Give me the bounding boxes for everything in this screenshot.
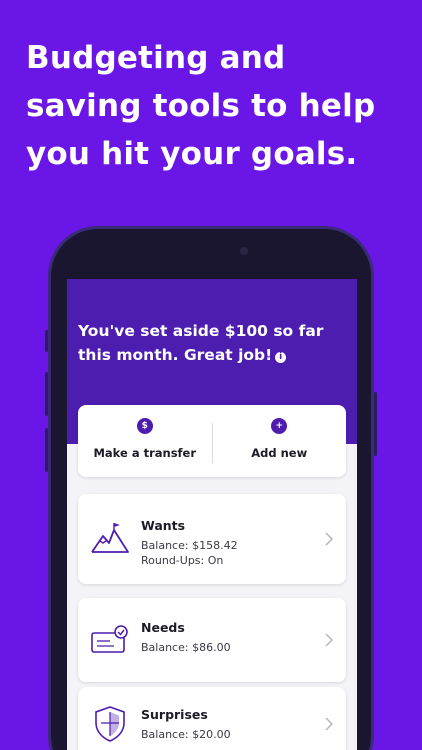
goal-card-surprises[interactable]: Surprises Balance: $20.00 — [78, 687, 346, 750]
quick-actions: $ Make a transfer + Add new — [78, 405, 346, 477]
chevron-right-icon — [325, 633, 334, 647]
shield-icon — [95, 706, 125, 742]
chevron-right-icon — [325, 717, 334, 731]
goal-card-wants[interactable]: Wants Balance: $158.42 Round-Ups: On — [78, 494, 346, 584]
mountain-icon — [91, 523, 129, 553]
front-camera — [240, 247, 248, 255]
headline: Budgeting and saving tools to help you h… — [26, 40, 376, 172]
transfer-icon: $ — [136, 418, 153, 434]
add-new-label: Add new — [251, 446, 308, 460]
goal-balance: Balance: $158.42 — [141, 539, 238, 552]
add-new-button[interactable]: + Add new — [213, 405, 347, 477]
goal-balance: Balance: $86.00 — [141, 641, 231, 654]
check-card-icon — [91, 625, 128, 653]
power-button — [374, 392, 377, 456]
make-transfer-button[interactable]: $ Make a transfer — [78, 405, 212, 477]
goal-name: Wants — [141, 518, 186, 533]
goal-name: Surprises — [141, 707, 208, 722]
goal-roundups: Round-Ups: On — [141, 554, 224, 567]
make-transfer-label: Make a transfer — [93, 446, 197, 460]
goal-balance: Balance: $20.00 — [141, 728, 231, 741]
app-screen: You've set aside $100 so far this month.… — [67, 279, 357, 750]
chevron-right-icon — [325, 532, 334, 546]
plus-icon: + — [271, 418, 288, 434]
info-icon[interactable]: i — [275, 352, 287, 363]
hero-message: You've set aside $100 so far this month.… — [78, 322, 324, 364]
goal-name: Needs — [141, 620, 185, 635]
goal-card-needs[interactable]: Needs Balance: $86.00 — [78, 598, 346, 682]
